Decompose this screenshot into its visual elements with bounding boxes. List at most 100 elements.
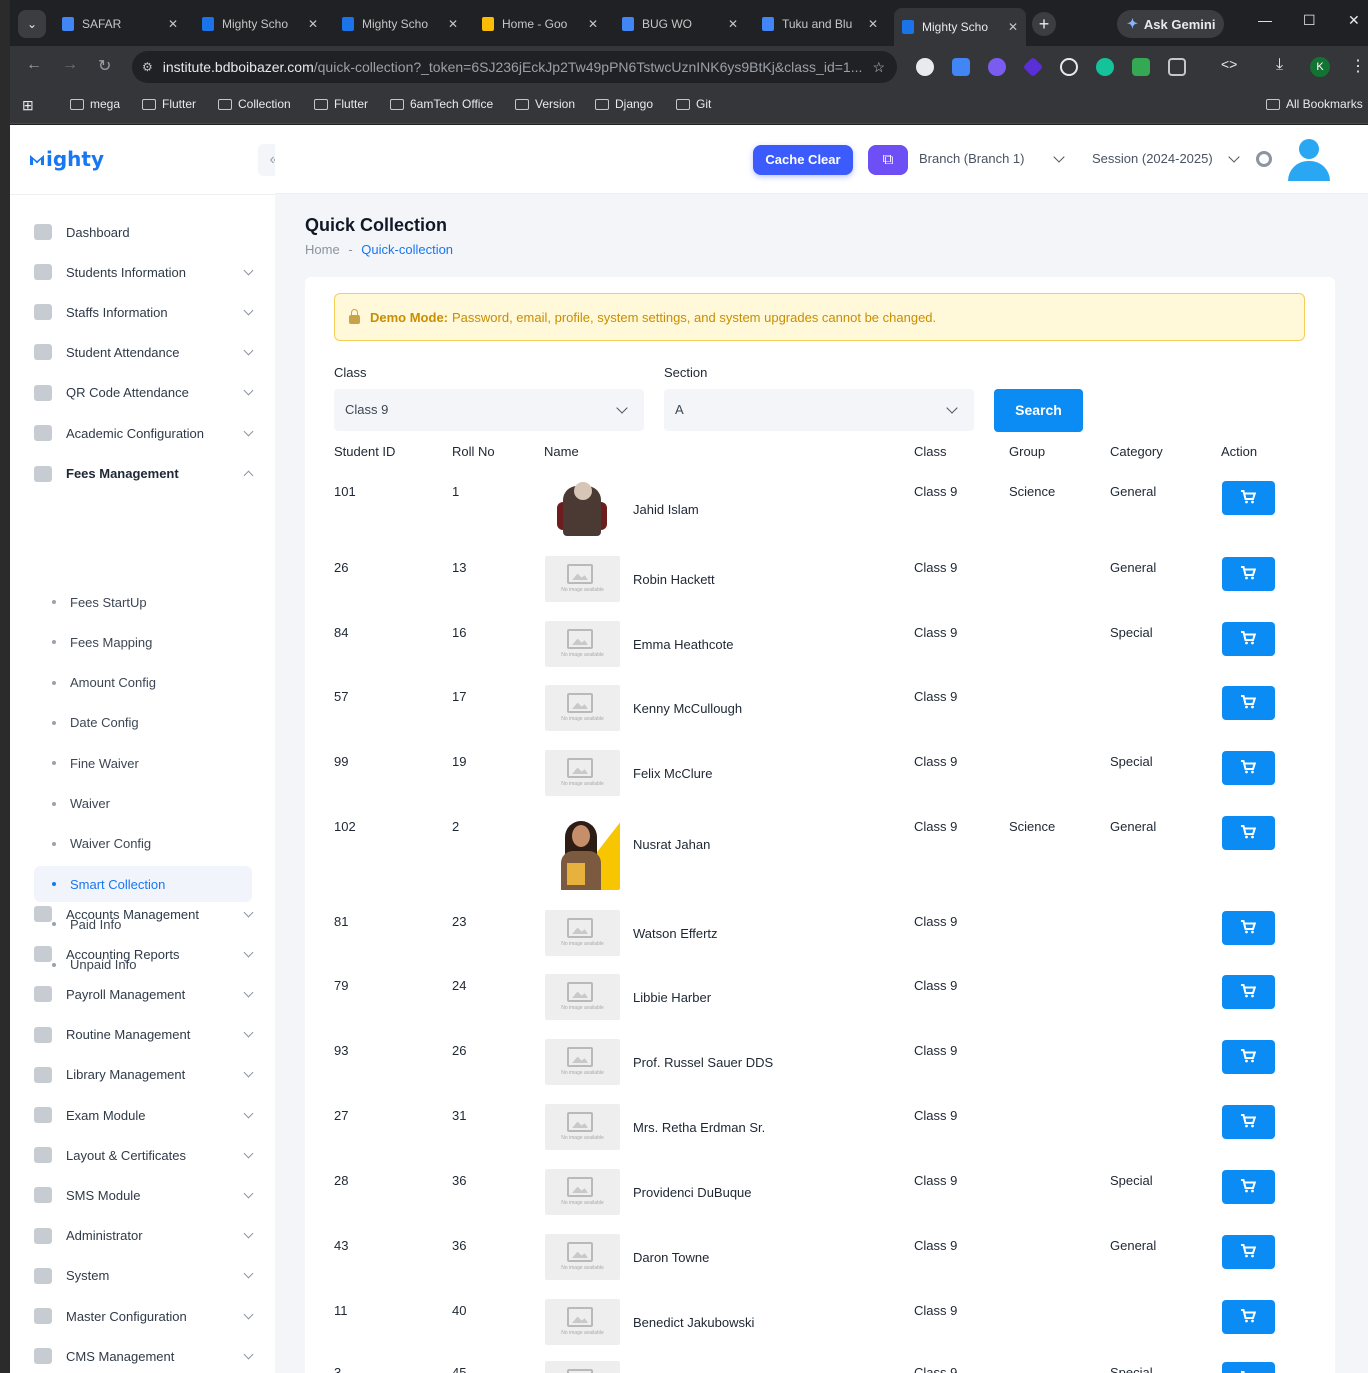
- sidebar-item[interactable]: Staffs Information: [34, 297, 256, 327]
- profile-avatar[interactable]: K: [1310, 57, 1330, 77]
- tab-close-icon[interactable]: ✕: [448, 17, 458, 31]
- branch-select[interactable]: Branch (Branch 1): [919, 151, 1025, 166]
- sidebar-item[interactable]: Library Management: [34, 1060, 256, 1090]
- minimize-icon[interactable]: —: [1258, 12, 1272, 28]
- collect-fee-button[interactable]: [1222, 686, 1275, 720]
- extension-icon[interactable]: [1022, 56, 1044, 78]
- sidebar-item[interactable]: Payroll Management: [34, 979, 256, 1009]
- forward-icon[interactable]: →: [62, 56, 78, 74]
- collect-fee-button[interactable]: [1222, 816, 1275, 850]
- sidebar-item[interactable]: Fees Management: [34, 459, 256, 489]
- browser-tab[interactable]: BUG WO ✕: [614, 8, 746, 40]
- sidebar-item[interactable]: Academic Configuration: [34, 418, 256, 448]
- collect-fee-button[interactable]: [1222, 1170, 1275, 1204]
- browser-tab[interactable]: Mighty Scho ✕: [894, 8, 1026, 46]
- collect-fee-button[interactable]: [1222, 1235, 1275, 1269]
- tab-close-icon[interactable]: ✕: [588, 17, 598, 31]
- search-button[interactable]: Search: [994, 389, 1083, 432]
- sidebar-item[interactable]: Administrator: [34, 1221, 256, 1251]
- sidebar-item[interactable]: Dashboard: [34, 217, 256, 247]
- extension-icon[interactable]: [988, 58, 1006, 76]
- sidebar-item[interactable]: Master Configuration: [34, 1301, 256, 1331]
- browser-tab[interactable]: Mighty Scho ✕: [334, 8, 466, 40]
- tab-close-icon[interactable]: ✕: [728, 17, 738, 31]
- chevron-down-icon[interactable]: [1053, 151, 1065, 163]
- sidebar-subitem[interactable]: Smart Collection: [34, 866, 252, 903]
- back-icon[interactable]: ←: [26, 56, 42, 74]
- browser-tab[interactable]: Tuku and Blu ✕: [754, 8, 886, 40]
- close-window-icon[interactable]: ✕: [1348, 12, 1360, 29]
- tab-close-icon[interactable]: ✕: [308, 17, 318, 31]
- sidebar-item[interactable]: Accounting Reports: [34, 939, 256, 969]
- extension-icon[interactable]: [1132, 58, 1150, 76]
- tab-close-icon[interactable]: ✕: [168, 17, 178, 31]
- external-link-button[interactable]: ⧉: [868, 145, 908, 175]
- grammarly-icon[interactable]: [1096, 58, 1114, 76]
- site-settings-icon[interactable]: ⚙: [142, 60, 153, 74]
- extensions-puzzle-icon[interactable]: [1168, 58, 1186, 76]
- collect-fee-button[interactable]: [1222, 622, 1275, 656]
- sidebar-item[interactable]: Students Information: [34, 257, 256, 287]
- collect-fee-button[interactable]: [1222, 1105, 1275, 1139]
- browser-menu-icon[interactable]: ⋮: [1350, 56, 1366, 76]
- bookmark-folder[interactable]: Flutter: [142, 97, 196, 111]
- devtools-code-icon[interactable]: <>: [1221, 56, 1237, 72]
- collect-fee-button[interactable]: [1222, 751, 1275, 785]
- tab-search-button[interactable]: ⌄: [18, 10, 46, 38]
- sidebar-item[interactable]: System: [34, 1261, 256, 1291]
- bookmark-folder[interactable]: Git: [676, 97, 711, 111]
- bookmark-folder[interactable]: Version: [515, 97, 575, 111]
- theme-toggle-sun-icon[interactable]: [1256, 151, 1272, 167]
- sidebar-subitem[interactable]: Date Config: [34, 705, 252, 741]
- chevron-down-icon[interactable]: [1228, 151, 1240, 163]
- new-tab-button[interactable]: +: [1032, 12, 1056, 36]
- sidebar-item[interactable]: Routine Management: [34, 1020, 256, 1050]
- sidebar-item[interactable]: Layout & Certificates: [34, 1140, 256, 1170]
- collect-fee-button[interactable]: [1222, 1362, 1275, 1373]
- sidebar-subitem[interactable]: Fees Mapping: [34, 624, 252, 660]
- browser-tab[interactable]: SAFAR ✕: [54, 8, 186, 40]
- address-bar[interactable]: ⚙ institute.bdboibazer.com/quick-collect…: [132, 51, 897, 83]
- sidebar-item[interactable]: Student Attendance: [34, 337, 256, 367]
- sidebar-item[interactable]: CMS Management: [34, 1341, 256, 1371]
- bookmark-folder[interactable]: 6amTech Office: [390, 97, 493, 111]
- session-select[interactable]: Session (2024-2025): [1092, 151, 1213, 166]
- sidebar-subitem[interactable]: Waiver: [34, 786, 252, 822]
- sidebar-subitem[interactable]: Fine Waiver: [34, 745, 252, 781]
- maximize-icon[interactable]: ☐: [1303, 12, 1316, 29]
- sidebar-subitem[interactable]: Fees StartUp: [34, 584, 252, 620]
- user-avatar[interactable]: [1285, 139, 1331, 181]
- bookmark-folder[interactable]: Collection: [218, 97, 291, 111]
- tab-close-icon[interactable]: ✕: [1008, 20, 1018, 34]
- all-bookmarks[interactable]: All Bookmarks: [1266, 97, 1363, 111]
- react-devtools-icon[interactable]: [1060, 58, 1078, 76]
- breadcrumb-home[interactable]: Home: [305, 242, 340, 257]
- cache-clear-button[interactable]: Cache Clear: [753, 145, 853, 175]
- sidebar-item[interactable]: QR Code Attendance: [34, 378, 256, 408]
- section-select[interactable]: A: [664, 389, 974, 431]
- tab-close-icon[interactable]: ✕: [868, 17, 878, 31]
- browser-tab[interactable]: Home - Goo ✕: [474, 8, 606, 40]
- collect-fee-button[interactable]: [1222, 1300, 1275, 1334]
- sidebar-subitem[interactable]: Amount Config: [34, 665, 252, 701]
- bookmark-folder[interactable]: Django: [595, 97, 653, 111]
- browser-tab[interactable]: Mighty Scho ✕: [194, 8, 326, 40]
- ask-gemini-button[interactable]: ✦ Ask Gemini: [1117, 10, 1224, 38]
- class-select[interactable]: Class 9: [334, 389, 644, 431]
- collect-fee-button[interactable]: [1222, 975, 1275, 1009]
- collect-fee-button[interactable]: [1222, 911, 1275, 945]
- extension-icon[interactable]: [916, 58, 934, 76]
- download-icon[interactable]: ⤓: [1276, 56, 1283, 74]
- extension-icon[interactable]: [952, 58, 970, 76]
- collect-fee-button[interactable]: [1222, 557, 1275, 591]
- sidebar-subitem[interactable]: Waiver Config: [34, 826, 252, 862]
- reload-icon[interactable]: ↻: [98, 56, 111, 76]
- collect-fee-button[interactable]: [1222, 481, 1275, 515]
- bookmark-folder[interactable]: Flutter: [314, 97, 368, 111]
- collect-fee-button[interactable]: [1222, 1040, 1275, 1074]
- sidebar-item[interactable]: Accounts Management: [34, 899, 256, 929]
- apps-grid-icon[interactable]: ⊞: [22, 97, 34, 114]
- sidebar-item[interactable]: Exam Module: [34, 1100, 256, 1130]
- sidebar-item[interactable]: SMS Module: [34, 1180, 256, 1210]
- bookmark-star-icon[interactable]: ☆: [872, 59, 885, 76]
